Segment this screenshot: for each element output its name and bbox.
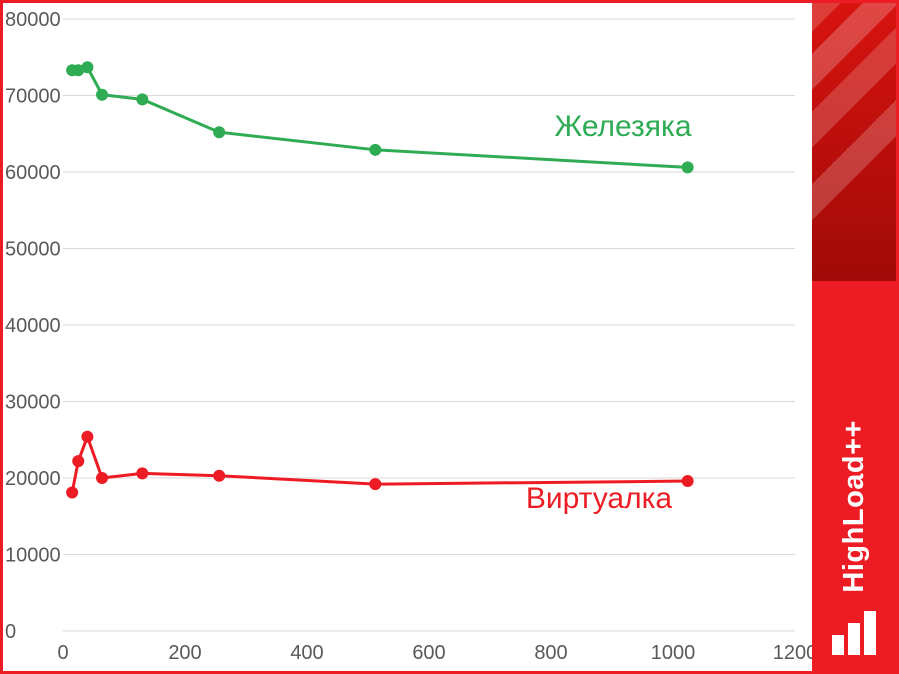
- data-point: [96, 472, 108, 484]
- data-point: [96, 89, 108, 101]
- data-point: [81, 61, 93, 73]
- data-point: [66, 487, 78, 499]
- data-point: [369, 478, 381, 490]
- x-tick-label: 400: [290, 642, 323, 664]
- x-tick-label: 200: [168, 642, 201, 664]
- x-tick-label: 0: [57, 642, 68, 664]
- x-tick-label: 600: [412, 642, 445, 664]
- y-axis: 0 10000 20000 30000 40000 50000 60000 70000 8000…: [5, 9, 61, 643]
- y-tick-label: 20000: [5, 468, 61, 490]
- data-point: [213, 470, 225, 482]
- series-label-green: Железяка: [554, 110, 691, 143]
- y-tick-label: 50000: [5, 239, 61, 261]
- y-tick-label: 70000: [5, 86, 61, 108]
- y-tick-label: 0: [5, 621, 16, 643]
- brand-text: HighLoad++: [838, 420, 871, 593]
- x-tick-label: 800: [534, 642, 567, 664]
- y-tick-label: 60000: [5, 162, 61, 184]
- data-point: [72, 455, 84, 467]
- y-tick-label: 40000: [5, 315, 61, 337]
- sidebar-brand-block: HighLoad++: [812, 281, 896, 671]
- sidebar: HighLoad++: [812, 3, 896, 671]
- y-tick-label: 10000: [5, 545, 61, 567]
- y-tick-label: 80000: [5, 9, 61, 31]
- chart-area: 0100002000030000400005000060000700008000…: [3, 3, 812, 671]
- chart-svg: 0100002000030000400005000060000700008000…: [3, 3, 815, 671]
- data-point: [81, 431, 93, 443]
- sidebar-decor: [812, 3, 896, 281]
- y-tick-label: 30000: [5, 392, 61, 414]
- x-tick-label: 1200: [773, 642, 815, 664]
- data-point: [369, 144, 381, 156]
- brand-logo-icon: [830, 609, 878, 657]
- series-label-red: Виртуалка: [526, 482, 673, 515]
- x-axis: 0 200 400 600 800 1000 1200: [57, 642, 815, 664]
- data-point: [136, 93, 148, 105]
- data-point: [682, 475, 694, 487]
- brand-name: HighLoad++: [838, 420, 870, 593]
- x-tick-label: 1000: [651, 642, 696, 664]
- data-point: [136, 467, 148, 479]
- data-point: [213, 126, 225, 138]
- data-point: [682, 161, 694, 173]
- slide-frame: { "brand_text": "HighLoad++", "chart_dat…: [0, 0, 899, 674]
